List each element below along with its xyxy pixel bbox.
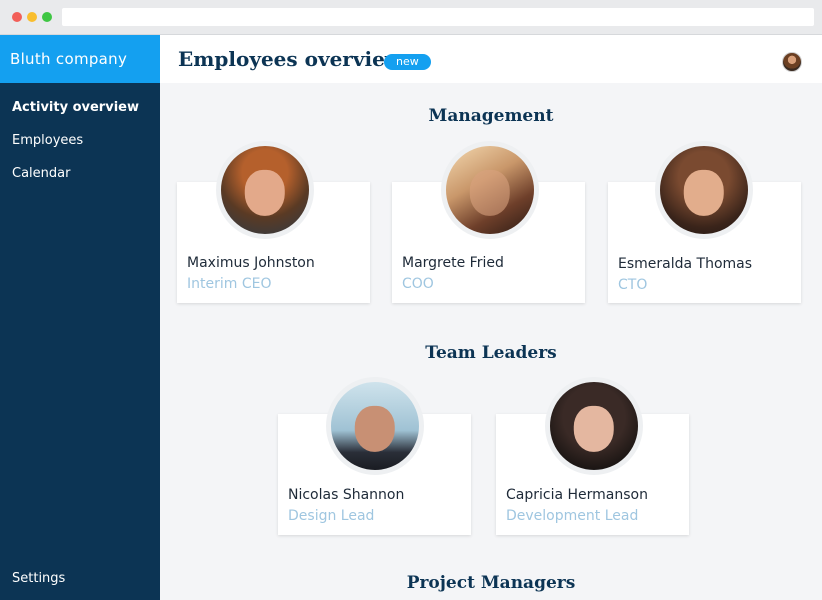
employee-name: Margrete Fried [402,255,504,271]
sidebar-item-activity-overview[interactable]: Activity overview [0,97,160,130]
address-bar[interactable] [62,8,814,26]
section-title-project-managers: Project Managers [406,573,576,593]
main-content: Management Maximus Johnston Interim CEO … [160,83,822,600]
sidebar-item-settings[interactable]: Settings [12,571,65,586]
maximize-window-icon[interactable] [42,12,52,22]
employee-role: COO [402,276,434,292]
close-window-icon[interactable] [12,12,22,22]
employee-avatar [326,377,424,475]
employee-name: Maximus Johnston [187,255,315,271]
portrait-photo [354,405,396,452]
employee-role: Interim CEO [187,276,272,292]
section-title-management: Management [428,106,554,126]
new-badge: new [384,54,431,70]
employee-name: Capricia Hermanson [506,487,648,503]
employee-role: Development Lead [506,508,639,524]
employee-avatar [545,377,643,475]
browser-chrome [0,0,822,35]
sidebar: Bluth company Activity overview Employee… [0,35,160,600]
portrait-photo [573,405,615,452]
minimize-window-icon[interactable] [27,12,37,22]
employee-name: Esmeralda Thomas [618,256,753,272]
user-avatar[interactable] [782,52,802,72]
sidebar-nav: Activity overview Employees Calendar [0,97,160,196]
sidebar-item-calendar[interactable]: Calendar [0,163,160,196]
employee-name: Nicolas Shannon [288,487,405,503]
employee-role: CTO [618,277,648,293]
brand-name[interactable]: Bluth company [0,35,160,83]
portrait-photo [683,169,725,216]
employee-avatar [655,141,753,239]
employee-avatar [441,141,539,239]
section-title-team-leaders: Team Leaders [425,343,557,363]
portrait-photo [469,169,511,216]
employee-role: Design Lead [288,508,375,524]
employee-avatar [216,141,314,239]
sidebar-item-employees[interactable]: Employees [0,130,160,163]
page-header: Employees overview new [160,35,822,83]
portrait-photo [244,169,286,216]
page-title: Employees overview [178,47,403,71]
